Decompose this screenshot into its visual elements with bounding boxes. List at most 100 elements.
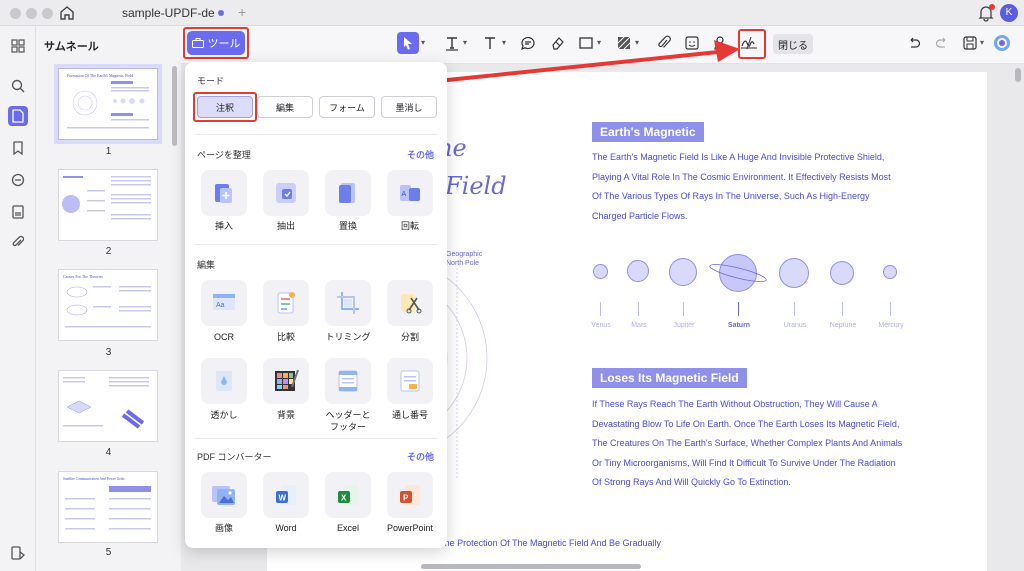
save-icon[interactable] (961, 34, 979, 52)
planet-mercury (883, 265, 897, 279)
mode-edit-button[interactable]: 編集 (257, 96, 313, 118)
unsaved-dot (218, 10, 224, 16)
partial-title-bottom: Field (445, 172, 507, 200)
text-highlight-icon[interactable] (443, 34, 461, 52)
vertical-scrollbar[interactable] (1015, 68, 1021, 82)
crop-tool-tile[interactable] (325, 280, 371, 326)
tick-mark (890, 302, 891, 316)
page-thumbnail-1[interactable]: Formation Of The Earth's Magnetic Field (54, 64, 162, 144)
svg-text:P: P (403, 494, 409, 503)
page-thumbnail-2[interactable] (58, 169, 158, 241)
mode-form-button[interactable]: フォーム (319, 96, 375, 118)
converter-more-link[interactable]: その他 (407, 450, 434, 463)
bates-number-tool-tile[interactable] (387, 358, 433, 404)
thumbnail-scrollbar[interactable] (172, 66, 177, 146)
tick-mark (738, 302, 739, 316)
convert-powerpoint-tile[interactable]: P (387, 472, 433, 518)
hatch-fill-icon[interactable] (615, 34, 633, 52)
user-stamp-icon[interactable] (711, 34, 729, 52)
mode-redact-button[interactable]: 墨消し (381, 96, 437, 118)
geographic-label: Geographic (446, 251, 483, 258)
background-tool-tile[interactable] (263, 358, 309, 404)
close-button[interactable]: 閉じる (773, 34, 813, 54)
page-number-1: 1 (105, 146, 112, 157)
home-icon[interactable] (58, 4, 76, 22)
attachment-icon[interactable] (8, 232, 28, 252)
chevron-down-icon[interactable]: ▾ (635, 38, 639, 47)
rectangle-icon[interactable] (577, 34, 595, 52)
comment-icon[interactable] (8, 170, 28, 190)
tick-mark (842, 302, 843, 316)
extract-pages-icon (276, 183, 296, 203)
page-thumbnail-5[interactable]: Satellite Communication And Power Grids (58, 471, 158, 543)
convert-excel-tile[interactable]: X (325, 472, 371, 518)
ocr-icon: Aa (213, 294, 235, 310)
svg-text:X: X (341, 494, 347, 503)
redo-icon[interactable] (933, 34, 951, 52)
document-tab-title[interactable]: sample-UPDF-de (122, 6, 215, 20)
replace-tool-tile[interactable] (325, 170, 371, 216)
comment-bubble-icon[interactable] (519, 34, 537, 52)
extract-tool-tile[interactable] (263, 170, 309, 216)
attachment-icon[interactable] (655, 34, 673, 52)
window-zoom-button[interactable] (42, 8, 53, 19)
planet-uranus (779, 258, 809, 288)
layers-icon[interactable] (8, 543, 28, 563)
window-minimize-button[interactable] (26, 8, 37, 19)
text-box-icon[interactable] (481, 34, 499, 52)
edit-section-header: 編集 (197, 260, 216, 270)
thumbnails-grid-icon[interactable] (8, 36, 28, 56)
ai-assistant-icon[interactable] (993, 34, 1011, 52)
replace-pages-icon (339, 183, 355, 203)
bookmark-icon[interactable] (8, 138, 28, 158)
split-tool-tile[interactable] (387, 280, 433, 326)
select-cursor-icon[interactable] (397, 32, 419, 54)
convert-powerpoint-label: PowerPoint (386, 523, 434, 533)
image-file-icon (212, 486, 235, 505)
search-icon[interactable] (8, 76, 28, 96)
new-tab-plus-icon[interactable]: + (238, 4, 246, 20)
convert-image-tile[interactable] (201, 472, 247, 518)
watermark-tool-tile[interactable] (201, 358, 247, 404)
form-icon[interactable] (8, 202, 28, 222)
planet-jupiter (669, 258, 697, 286)
highlight-box-signature (738, 29, 766, 59)
highlight-box-annotate (193, 92, 257, 122)
insert-tool-tile[interactable] (201, 170, 247, 216)
page-thumbnail-3[interactable]: Causes For The Theories (58, 269, 158, 341)
organize-more-link[interactable]: その他 (407, 148, 434, 161)
undo-icon[interactable] (905, 34, 923, 52)
organize-section-header: ページを整理 (197, 150, 251, 160)
saturn-ring (709, 264, 767, 282)
compare-tool-tile[interactable] (263, 280, 309, 326)
mode-section-header: モード (197, 76, 225, 86)
thumbnail-heading: Satellite Communication And Power Grids (63, 477, 125, 481)
chevron-down-icon[interactable]: ▾ (597, 38, 601, 47)
planet-mars (627, 260, 649, 282)
crop-icon (337, 292, 359, 314)
chevron-down-icon[interactable]: ▾ (421, 38, 425, 47)
chevron-down-icon[interactable]: ▾ (980, 38, 984, 47)
header-footer-tool-tile[interactable] (325, 358, 371, 404)
bates-number-icon (400, 370, 420, 392)
ocr-tool-tile[interactable]: Aa (201, 280, 247, 326)
highlight-box-tools (183, 27, 249, 59)
rotate-tool-tile[interactable]: A (387, 170, 433, 216)
convert-word-tile[interactable]: W (263, 472, 309, 518)
horizontal-scrollbar[interactable] (421, 564, 641, 569)
planet-label: Neptune (829, 322, 857, 329)
rotate-pages-icon: A (400, 185, 420, 201)
chevron-down-icon[interactable]: ▾ (502, 38, 506, 47)
thumbnail-panel-title: サムネール (44, 41, 99, 53)
divider (195, 134, 437, 135)
eraser-icon[interactable] (549, 34, 567, 52)
page-thumbnail-4[interactable] (58, 370, 158, 442)
chevron-down-icon[interactable]: ▾ (463, 38, 467, 47)
page-number-4: 4 (105, 447, 112, 458)
sticker-icon[interactable] (683, 34, 701, 52)
document-icon[interactable] (8, 106, 28, 126)
window-close-button[interactable] (10, 8, 21, 19)
svg-text:A: A (402, 191, 407, 198)
avatar[interactable]: K (1000, 4, 1018, 22)
section-paragraph-2: If These Rays Reach The Earth Without Ob… (592, 399, 903, 487)
